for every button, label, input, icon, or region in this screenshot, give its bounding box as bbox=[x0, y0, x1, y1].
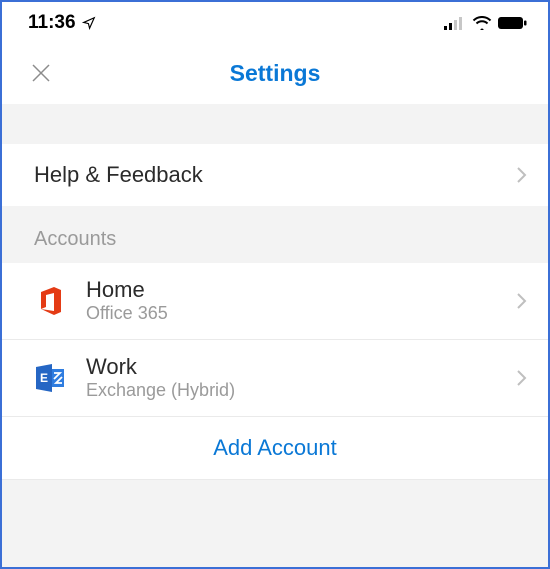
account-row-home[interactable]: Home Office 365 bbox=[2, 263, 548, 340]
location-icon bbox=[82, 16, 96, 30]
status-time: 11:36 bbox=[28, 12, 76, 34]
help-feedback-row[interactable]: Help & Feedback bbox=[2, 144, 548, 206]
exchange-icon: E bbox=[34, 362, 66, 394]
wifi-icon bbox=[472, 16, 492, 30]
spacer bbox=[2, 104, 548, 144]
settings-screen: 11:36 bbox=[0, 0, 550, 569]
signal-icon bbox=[444, 16, 466, 30]
header: Settings bbox=[2, 42, 548, 104]
page-title: Settings bbox=[230, 60, 321, 87]
account-name: Work bbox=[86, 354, 516, 380]
office-icon bbox=[34, 285, 66, 317]
account-sub: Office 365 bbox=[86, 303, 516, 325]
status-left: 11:36 bbox=[28, 12, 96, 34]
chevron-right-icon bbox=[516, 166, 528, 184]
status-bar: 11:36 bbox=[2, 2, 548, 42]
account-text: Home Office 365 bbox=[86, 277, 516, 325]
close-icon bbox=[29, 61, 53, 85]
add-account-label: Add Account bbox=[213, 435, 337, 460]
bottom-spacer bbox=[2, 480, 548, 567]
accounts-section-header: Accounts bbox=[2, 206, 548, 263]
status-right bbox=[444, 16, 528, 30]
chevron-right-icon bbox=[516, 292, 528, 310]
account-name: Home bbox=[86, 277, 516, 303]
account-sub: Exchange (Hybrid) bbox=[86, 380, 516, 402]
account-text: Work Exchange (Hybrid) bbox=[86, 354, 516, 402]
add-account-button[interactable]: Add Account bbox=[2, 417, 548, 480]
svg-text:E: E bbox=[40, 371, 48, 385]
close-button[interactable] bbox=[28, 60, 54, 86]
account-row-work[interactable]: E Work Exchange (Hybrid) bbox=[2, 340, 548, 417]
chevron-right-icon bbox=[516, 369, 528, 387]
battery-icon bbox=[498, 16, 528, 30]
help-feedback-label: Help & Feedback bbox=[34, 162, 516, 188]
